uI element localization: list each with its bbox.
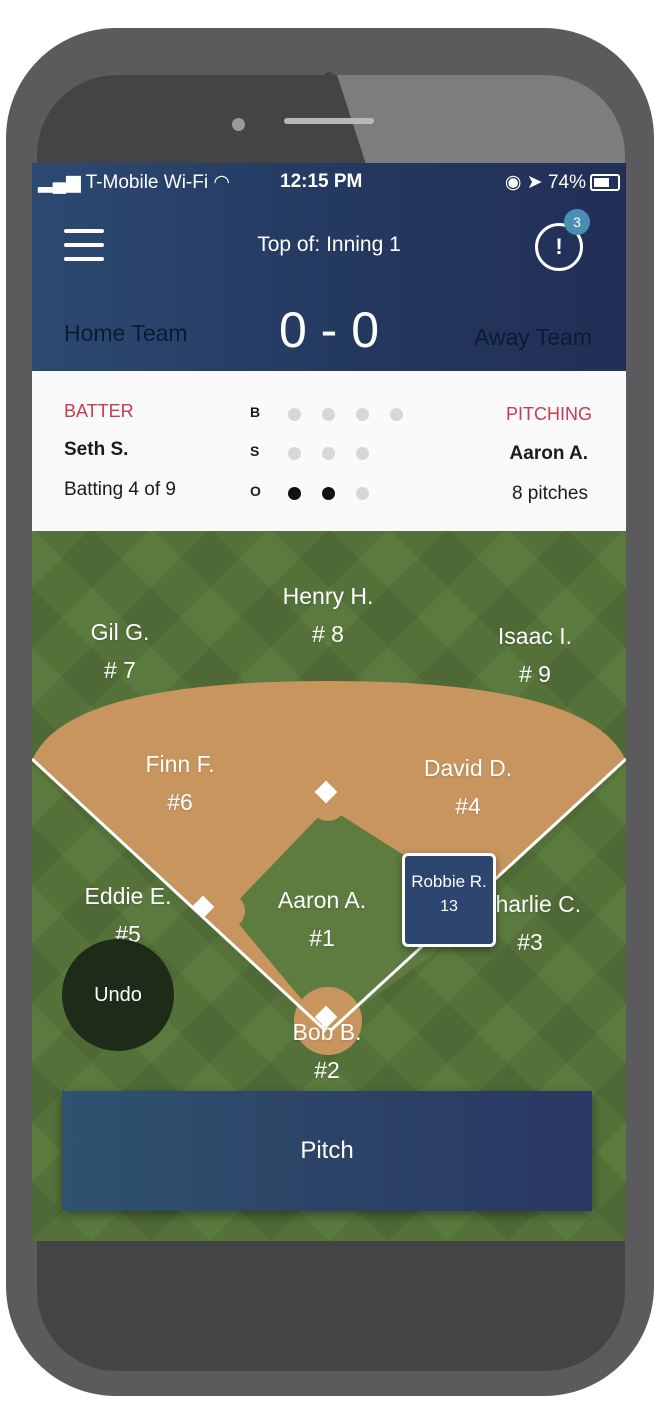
count-dot (322, 408, 335, 421)
player-number: # 9 (519, 661, 551, 687)
pitcher-name: Aaron A. (509, 443, 588, 464)
status-right: ◉ ➤ 74% (505, 171, 586, 194)
player-pitcher[interactable]: Aaron A. #1 (278, 881, 366, 957)
count-key: B (250, 404, 261, 420)
battery-icon (590, 174, 620, 191)
carrier-label: ▂▄▆ T-Mobile Wi-Fi ◠ (38, 171, 230, 194)
carrier-text: T-Mobile Wi-Fi (85, 172, 209, 193)
pitching-label: PITCHING (505, 404, 592, 424)
player-number: #2 (314, 1057, 340, 1083)
count-dot (356, 487, 369, 500)
count-key: O (250, 483, 261, 499)
undo-button[interactable]: Undo (62, 939, 174, 1051)
count-dot (356, 447, 369, 460)
clock: 12:15 PM (280, 171, 363, 192)
battery-fill (594, 178, 609, 187)
player-name: Isaac I. (497, 623, 573, 649)
front-camera-icon (232, 118, 245, 131)
player-right-field[interactable]: Isaac I. # 9 (498, 617, 572, 693)
batting-order: Batting 4 of 9 (64, 479, 176, 500)
batter-label: BATTER (64, 401, 134, 421)
lock-rotation-icon: ◉ (504, 172, 522, 193)
player-name: David D. (423, 755, 513, 781)
count-dot (356, 408, 369, 421)
dragged-player-number: 13 (440, 898, 458, 915)
player-left-field[interactable]: Gil G. # 7 (91, 613, 150, 689)
dragged-player-name: Robbie R. (411, 872, 487, 891)
player-name: Finn F. (145, 751, 215, 777)
player-number: #4 (455, 793, 481, 819)
player-number: # 7 (104, 657, 136, 683)
at-bat-panel: BATTER Seth S. Batting 4 of 9 B S O PITC… (32, 371, 626, 531)
count-key: S (250, 443, 260, 459)
earpiece-speaker (284, 118, 374, 124)
count-dot (390, 408, 403, 421)
player-center-field[interactable]: Henry H. # 8 (283, 577, 374, 653)
pitch-button[interactable]: Pitch (62, 1091, 592, 1211)
player-name: Eddie E. (84, 883, 172, 909)
count-dot (322, 487, 335, 500)
count-dot (288, 447, 301, 460)
count-dot (288, 408, 301, 421)
third-base-cutout (209, 893, 245, 929)
battery-percent: 74% (547, 172, 586, 193)
alert-count-badge: 3 (564, 209, 590, 235)
proximity-sensor (324, 72, 334, 82)
batter-name: Seth S. (64, 439, 129, 460)
header: ▂▄▆ T-Mobile Wi-Fi ◠ 12:15 PM ◉ ➤ 74% To… (32, 163, 626, 371)
baseball-field: Henry H. # 8 Gil G. # 7 Isaac I. # 9 Finn F… (32, 531, 626, 1241)
app-screen: ▂▄▆ T-Mobile Wi-Fi ◠ 12:15 PM ◉ ➤ 74% To… (32, 163, 626, 1241)
player-name: Aaron A. (277, 887, 367, 913)
player-name: Bob B. (292, 1019, 362, 1045)
player-number: #1 (309, 925, 335, 951)
wifi-icon: ◠ (213, 172, 230, 193)
status-bar: ▂▄▆ T-Mobile Wi-Fi ◠ 12:15 PM ◉ ➤ 74% (32, 163, 626, 201)
menu-line (64, 257, 104, 261)
count-dot (288, 487, 301, 500)
player-name: Gil G. (90, 619, 150, 645)
player-number: # 8 (312, 621, 344, 647)
player-shortstop[interactable]: Finn F. #6 (145, 745, 214, 821)
signal-icon: ▂▄▆ (38, 172, 81, 193)
player-number: #6 (167, 789, 193, 815)
player-second-base[interactable]: David D. #4 (424, 749, 512, 825)
player-name: Henry H. (282, 583, 374, 609)
dragged-player-card[interactable]: Robbie R. 13 (402, 853, 496, 947)
pitch-count: 8 pitches (511, 483, 588, 504)
count-dot (322, 447, 335, 460)
player-catcher[interactable]: Bob B. #2 (292, 1013, 361, 1089)
away-team-label: Away Team (473, 324, 592, 350)
location-icon: ➤ (526, 172, 543, 193)
